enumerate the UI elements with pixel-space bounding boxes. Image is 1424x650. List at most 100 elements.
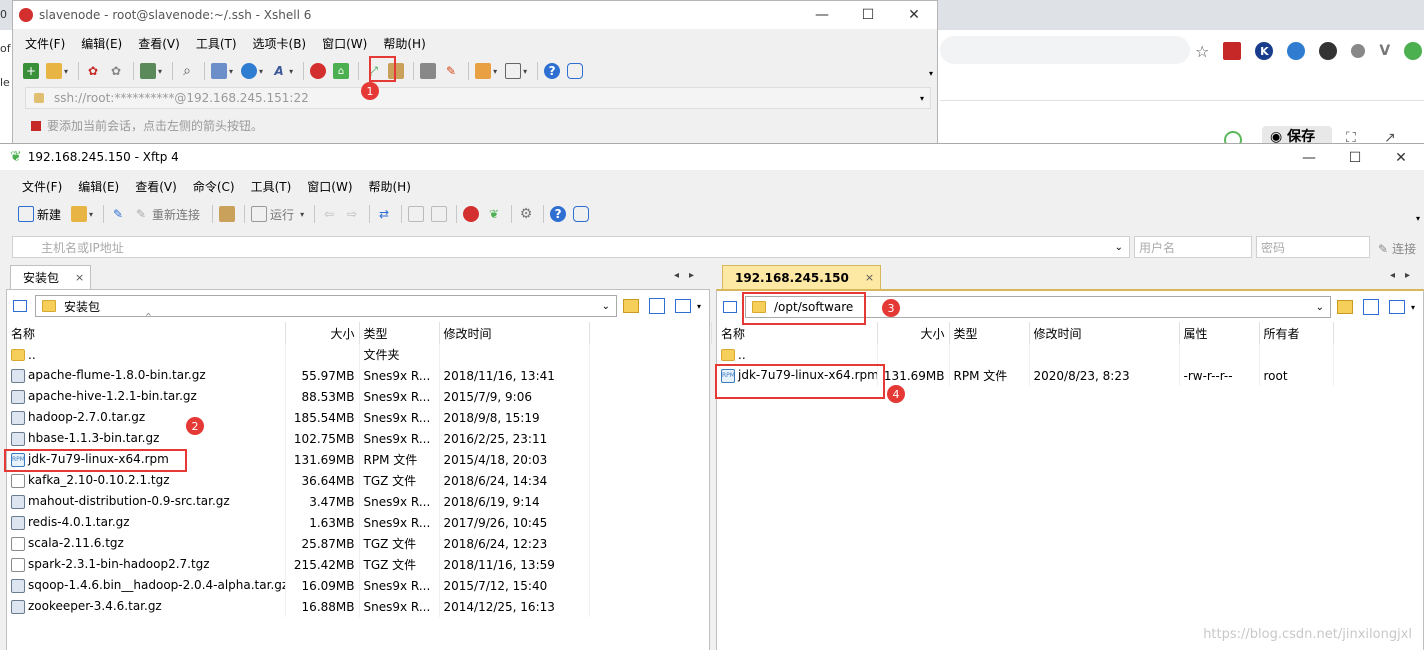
col-owner[interactable]: 所有者: [1259, 322, 1334, 344]
panel-icon[interactable]: [13, 300, 27, 312]
k-extension-icon[interactable]: K: [1255, 42, 1274, 60]
view-options-icon[interactable]: [675, 299, 691, 313]
table-row[interactable]: zookeeper-3.4.6.tar.gz 16.88MB Snes9x R...…: [7, 596, 712, 617]
table-row[interactable]: apache-hive-1.2.1-bin.tar.gz 88.53MB Snes9…: [7, 386, 712, 407]
chevron-right-icon[interactable]: ▸: [1405, 270, 1410, 281]
run-button[interactable]: 运行: [251, 206, 294, 223]
font-icon[interactable]: A: [271, 63, 287, 79]
menu-file[interactable]: 文件(F): [22, 178, 62, 195]
xshell-address-bar[interactable]: ssh://root:**********@192.168.245.151:22…: [25, 87, 931, 109]
disconnect-icon[interactable]: ✿: [108, 63, 124, 79]
paste-icon[interactable]: [431, 206, 448, 222]
keyboard-icon[interactable]: [420, 63, 437, 79]
chevron-down-icon[interactable]: ⌄: [602, 301, 610, 312]
host-input[interactable]: 主机名或IP地址 ⌄: [12, 236, 1130, 258]
globe-extension-icon[interactable]: [1287, 42, 1306, 60]
open-folder-icon[interactable]: [71, 206, 88, 222]
col-attr[interactable]: 属性: [1179, 322, 1260, 344]
col-name[interactable]: 名称: [7, 322, 286, 344]
new-session-icon[interactable]: +: [23, 63, 39, 79]
close-icon[interactable]: ×: [865, 271, 874, 284]
menu-help[interactable]: 帮助(H): [369, 178, 411, 195]
refresh-icon[interactable]: [1363, 299, 1379, 315]
chevron-left-icon[interactable]: ◂: [1390, 270, 1395, 281]
table-row[interactable]: redis-4.0.1.tar.gz 1.63MB Snes9x R... 2017/…: [7, 512, 712, 533]
menu-file[interactable]: 文件(F): [25, 35, 65, 52]
menu-window[interactable]: 窗口(W): [322, 35, 367, 52]
minimize-button[interactable]: —: [1286, 144, 1332, 172]
highlight-icon[interactable]: ✎: [443, 63, 459, 79]
properties-icon[interactable]: [140, 63, 157, 79]
search-icon[interactable]: ⌕: [179, 63, 195, 79]
menu-view[interactable]: 查看(V): [138, 35, 180, 52]
reconnect-button[interactable]: ✎ 重新连接: [133, 206, 200, 223]
connect-icon[interactable]: ✎: [110, 206, 126, 222]
chat-icon[interactable]: [567, 63, 584, 79]
connect-icon[interactable]: ✿: [85, 63, 101, 79]
parent-folder-icon[interactable]: [623, 299, 639, 313]
chat-icon[interactable]: [573, 206, 590, 222]
chevron-down-icon[interactable]: ▾: [920, 94, 924, 103]
local-path-combo[interactable]: 安装包 ⌄: [35, 295, 617, 317]
browser-omnibox[interactable]: [940, 36, 1190, 64]
close-button[interactable]: ✕: [891, 1, 937, 29]
transfer-icon[interactable]: ⇄: [376, 206, 392, 222]
col-type[interactable]: 类型: [359, 322, 440, 344]
new-button[interactable]: 新建: [18, 206, 61, 223]
back-icon[interactable]: ⇦: [321, 206, 337, 222]
toolbar-overflow-icon[interactable]: ▾: [929, 69, 933, 78]
gear-icon[interactable]: ⚙: [518, 206, 534, 222]
avatar[interactable]: [1404, 42, 1423, 60]
add-session-arrow-icon[interactable]: [31, 120, 41, 131]
chevron-down-icon[interactable]: ⌄: [1316, 302, 1324, 313]
tab-remote[interactable]: 192.168.245.150 ×: [722, 265, 882, 289]
help-icon[interactable]: ?: [550, 206, 567, 222]
star-icon[interactable]: ☆: [1195, 42, 1209, 61]
table-row[interactable]: ..: [717, 344, 1424, 365]
col-size[interactable]: 大小: [877, 322, 950, 344]
forward-icon[interactable]: ⇨: [344, 206, 360, 222]
tab-layout-icon[interactable]: [505, 63, 522, 79]
menu-edit[interactable]: 编辑(E): [81, 35, 122, 52]
bookmark-extension-icon[interactable]: [1223, 42, 1242, 60]
table-row[interactable]: kafka_2.10-0.10.2.1.tgz 36.64MB TGZ 文件 2018…: [7, 470, 712, 491]
refresh-icon[interactable]: [649, 298, 665, 314]
chevron-down-icon[interactable]: ▾: [697, 302, 701, 311]
chevron-down-icon[interactable]: ⌄: [1115, 242, 1123, 253]
menu-command[interactable]: 命令(C): [193, 178, 235, 195]
toolbar-overflow-icon[interactable]: ▾: [1416, 214, 1420, 223]
table-row[interactable]: hadoop-2.7.0.tar.gz 185.54MB Snes9x R... 20…: [7, 407, 712, 428]
xshell-logo-icon[interactable]: [310, 63, 327, 79]
v-extension-icon[interactable]: V: [1379, 43, 1390, 59]
chevron-left-icon[interactable]: ◂: [674, 270, 679, 281]
view-options-icon[interactable]: [1389, 300, 1405, 314]
xftp-launch-icon[interactable]: ⌂: [333, 63, 350, 79]
help-icon[interactable]: ?: [544, 63, 561, 79]
table-row[interactable]: hbase-1.1.3-bin.tar.gz 102.75MB Snes9x R..…: [7, 428, 712, 449]
new-tab-icon[interactable]: [475, 63, 492, 79]
menu-window[interactable]: 窗口(W): [307, 178, 352, 195]
table-row[interactable]: spark-2.3.1-bin-hadoop2.7.tgz 215.42MB TGZ…: [7, 554, 712, 575]
minimize-button[interactable]: —: [799, 1, 845, 29]
globe-icon[interactable]: [241, 63, 258, 79]
maximize-button[interactable]: ☐: [845, 1, 891, 29]
menu-help[interactable]: 帮助(H): [383, 35, 425, 52]
table-row[interactable]: sqoop-1.4.6.bin__hadoop-2.0.4-alpha.tar.…: [7, 575, 712, 596]
col-mtime[interactable]: 修改时间: [439, 322, 590, 344]
properties-icon[interactable]: [219, 206, 236, 222]
table-row[interactable]: .. 文件夹: [7, 344, 712, 365]
xshell-launch-icon[interactable]: [463, 206, 480, 222]
chevron-down-icon[interactable]: ▾: [1411, 303, 1415, 312]
panel-icon[interactable]: [723, 301, 737, 313]
table-row[interactable]: scala-2.11.6.tgz 25.87MB TGZ 文件 2018/6/24, …: [7, 533, 712, 554]
col-name[interactable]: 名称: [717, 322, 878, 344]
maximize-button[interactable]: ☐: [1332, 144, 1378, 172]
chevron-right-icon[interactable]: ▸: [689, 270, 694, 281]
close-button[interactable]: ✕: [1378, 144, 1424, 172]
menu-edit[interactable]: 编辑(E): [78, 178, 119, 195]
circle-extension-icon[interactable]: [1351, 44, 1366, 58]
menu-tabs[interactable]: 选项卡(B): [253, 35, 307, 52]
copy-icon[interactable]: [408, 206, 425, 222]
password-input[interactable]: 密码: [1256, 236, 1370, 258]
table-row[interactable]: apache-flume-1.8.0-bin.tar.gz 55.97MB Snes…: [7, 365, 712, 386]
